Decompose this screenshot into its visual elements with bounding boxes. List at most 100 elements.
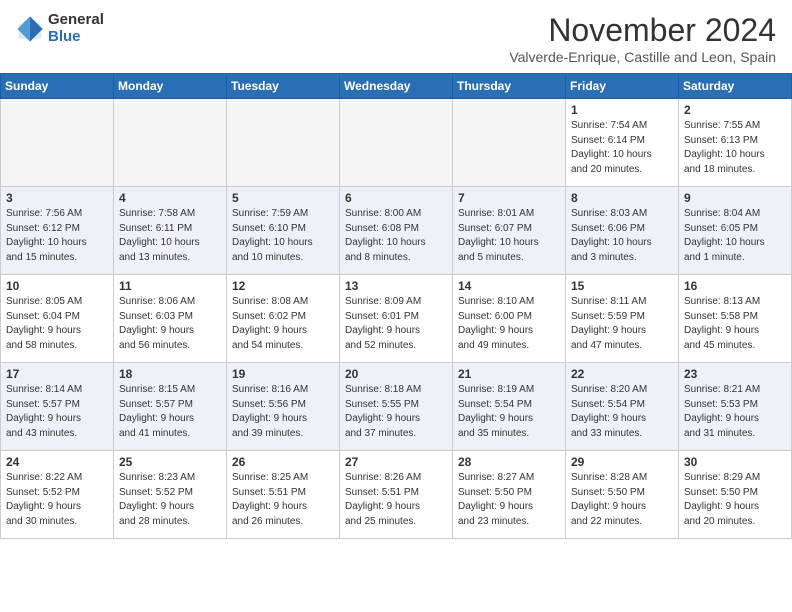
day-number: 15 — [571, 279, 673, 293]
calendar-cell: 20Sunrise: 8:18 AM Sunset: 5:55 PM Dayli… — [340, 363, 453, 451]
calendar-cell: 19 Sunrise: 8:16 AM Sunset: 5:56 PM Dayli… — [227, 363, 340, 451]
location-subtitle: Valverde-Enrique, Castille and Leon, Spa… — [509, 49, 776, 65]
weekday-header-wednesday: Wednesday — [340, 74, 453, 99]
day-number: 11 — [119, 279, 221, 293]
calendar-cell: 15 Sunrise: 8:11 AM Sunset: 5:59 PM Dayli… — [566, 275, 679, 363]
calendar-cell: 3 Sunrise: 7:56 AM Sunset: 6:12 PM Daylig… — [1, 187, 114, 275]
calendar-cell: 9Sunrise: 8:04 AM Sunset: 6:05 PM Daylig… — [679, 187, 792, 275]
day-number: 3 — [6, 191, 108, 205]
day-info: Sunrise: 8:09 AM Sunset: 6:01 PM Dayligh… — [345, 295, 447, 353]
day-number: 17 — [6, 367, 108, 381]
calendar-cell: 10 Sunrise: 8:05 AM Sunset: 6:04 PM Dayli… — [1, 275, 114, 363]
day-info: Sunrise: 8:08 AM Sunset: 6:02 PM Dayligh… — [232, 295, 334, 353]
day-info: Sunrise: 8:29 AM Sunset: 5:50 PM Dayligh… — [684, 471, 786, 529]
calendar-cell — [453, 99, 566, 187]
day-number: 12 — [232, 279, 334, 293]
calendar-cell: 22Sunrise: 8:20 AM Sunset: 5:54 PM Dayli… — [566, 363, 679, 451]
day-info: Sunrise: 8:11 AM Sunset: 5:59 PM Dayligh… — [571, 295, 673, 353]
day-number: 8 — [571, 191, 673, 205]
week-row-5: 24Sunrise: 8:22 AM Sunset: 5:52 PM Dayli… — [1, 451, 792, 539]
day-number: 21 — [458, 367, 560, 381]
day-number: 30 — [684, 455, 786, 469]
calendar-cell: 29Sunrise: 8:28 AM Sunset: 5:50 PM Dayli… — [566, 451, 679, 539]
day-info: Sunrise: 8:16 AM Sunset: 5:56 PM Dayligh… — [232, 383, 334, 441]
day-number: 1 — [571, 103, 673, 117]
day-info: Sunrise: 8:14 AM Sunset: 5:57 PM Dayligh… — [6, 383, 108, 441]
calendar-cell — [340, 99, 453, 187]
day-number: 28 — [458, 455, 560, 469]
day-info: Sunrise: 8:04 AM Sunset: 6:05 PM Dayligh… — [684, 207, 786, 265]
weekday-header-row: SundayMondayTuesdayWednesdayThursdayFrid… — [1, 74, 792, 99]
day-info: Sunrise: 7:56 AM Sunset: 6:12 PM Dayligh… — [6, 207, 108, 265]
day-number: 7 — [458, 191, 560, 205]
calendar-cell: 2 Sunrise: 7:55 AM Sunset: 6:13 PM Daylig… — [679, 99, 792, 187]
day-number: 26 — [232, 455, 334, 469]
day-info: Sunrise: 8:03 AM Sunset: 6:06 PM Dayligh… — [571, 207, 673, 265]
calendar-cell: 7 Sunrise: 8:01 AM Sunset: 6:07 PM Daylig… — [453, 187, 566, 275]
calendar-cell: 8 Sunrise: 8:03 AM Sunset: 6:06 PM Daylig… — [566, 187, 679, 275]
calendar-cell — [1, 99, 114, 187]
calendar-cell — [114, 99, 227, 187]
page-header: General Blue November 2024 Valverde-Enri… — [0, 0, 792, 73]
calendar-cell: 16Sunrise: 8:13 AM Sunset: 5:58 PM Dayli… — [679, 275, 792, 363]
day-number: 20 — [345, 367, 447, 381]
day-info: Sunrise: 8:19 AM Sunset: 5:54 PM Dayligh… — [458, 383, 560, 441]
day-info: Sunrise: 7:54 AM Sunset: 6:14 PM Dayligh… — [571, 119, 673, 177]
calendar-cell: 12 Sunrise: 8:08 AM Sunset: 6:02 PM Dayli… — [227, 275, 340, 363]
week-row-3: 10 Sunrise: 8:05 AM Sunset: 6:04 PM Dayli… — [1, 275, 792, 363]
day-info: Sunrise: 8:01 AM Sunset: 6:07 PM Dayligh… — [458, 207, 560, 265]
calendar-cell: 6 Sunrise: 8:00 AM Sunset: 6:08 PM Daylig… — [340, 187, 453, 275]
day-info: Sunrise: 8:27 AM Sunset: 5:50 PM Dayligh… — [458, 471, 560, 529]
day-info: Sunrise: 8:20 AM Sunset: 5:54 PM Dayligh… — [571, 383, 673, 441]
day-number: 25 — [119, 455, 221, 469]
calendar-cell: 13 Sunrise: 8:09 AM Sunset: 6:01 PM Dayli… — [340, 275, 453, 363]
day-info: Sunrise: 8:06 AM Sunset: 6:03 PM Dayligh… — [119, 295, 221, 353]
day-number: 18 — [119, 367, 221, 381]
day-info: Sunrise: 8:00 AM Sunset: 6:08 PM Dayligh… — [345, 207, 447, 265]
day-number: 19 — [232, 367, 334, 381]
title-block: November 2024 Valverde-Enrique, Castille… — [509, 12, 776, 65]
day-info: Sunrise: 7:55 AM Sunset: 6:13 PM Dayligh… — [684, 119, 786, 177]
day-number: 10 — [6, 279, 108, 293]
day-number: 6 — [345, 191, 447, 205]
month-title: November 2024 — [509, 12, 776, 49]
weekday-header-thursday: Thursday — [453, 74, 566, 99]
calendar-cell: 28 Sunrise: 8:27 AM Sunset: 5:50 PM Dayli… — [453, 451, 566, 539]
weekday-header-saturday: Saturday — [679, 74, 792, 99]
logo: General Blue — [16, 12, 104, 45]
calendar-cell — [227, 99, 340, 187]
logo-blue-text: Blue — [48, 29, 104, 46]
day-number: 2 — [684, 103, 786, 117]
day-info: Sunrise: 8:26 AM Sunset: 5:51 PM Dayligh… — [345, 471, 447, 529]
weekday-header-tuesday: Tuesday — [227, 74, 340, 99]
calendar-cell: 24Sunrise: 8:22 AM Sunset: 5:52 PM Dayli… — [1, 451, 114, 539]
day-info: Sunrise: 7:58 AM Sunset: 6:11 PM Dayligh… — [119, 207, 221, 265]
calendar-cell: 27Sunrise: 8:26 AM Sunset: 5:51 PM Dayli… — [340, 451, 453, 539]
day-number: 29 — [571, 455, 673, 469]
week-row-4: 17 Sunrise: 8:14 AM Sunset: 5:57 PM Dayli… — [1, 363, 792, 451]
day-info: Sunrise: 8:25 AM Sunset: 5:51 PM Dayligh… — [232, 471, 334, 529]
logo-icon — [16, 15, 44, 43]
logo-general-text: General — [48, 12, 104, 29]
day-number: 16 — [684, 279, 786, 293]
week-row-1: 1 Sunrise: 7:54 AM Sunset: 6:14 PM Daylig… — [1, 99, 792, 187]
day-info: Sunrise: 8:05 AM Sunset: 6:04 PM Dayligh… — [6, 295, 108, 353]
calendar-cell: 26 Sunrise: 8:25 AM Sunset: 5:51 PM Dayli… — [227, 451, 340, 539]
calendar-cell: 25 Sunrise: 8:23 AM Sunset: 5:52 PM Dayli… — [114, 451, 227, 539]
calendar-cell: 18 Sunrise: 8:15 AM Sunset: 5:57 PM Dayli… — [114, 363, 227, 451]
day-number: 4 — [119, 191, 221, 205]
calendar-cell: 14Sunrise: 8:10 AM Sunset: 6:00 PM Dayli… — [453, 275, 566, 363]
calendar-cell: 11 Sunrise: 8:06 AM Sunset: 6:03 PM Dayli… — [114, 275, 227, 363]
calendar-cell: 5 Sunrise: 7:59 AM Sunset: 6:10 PM Daylig… — [227, 187, 340, 275]
day-number: 13 — [345, 279, 447, 293]
day-info: Sunrise: 7:59 AM Sunset: 6:10 PM Dayligh… — [232, 207, 334, 265]
calendar-cell: 17 Sunrise: 8:14 AM Sunset: 5:57 PM Dayli… — [1, 363, 114, 451]
weekday-header-friday: Friday — [566, 74, 679, 99]
day-number: 23 — [684, 367, 786, 381]
day-info: Sunrise: 8:23 AM Sunset: 5:52 PM Dayligh… — [119, 471, 221, 529]
day-number: 5 — [232, 191, 334, 205]
calendar-cell: 30 Sunrise: 8:29 AM Sunset: 5:50 PM Dayli… — [679, 451, 792, 539]
day-info: Sunrise: 8:15 AM Sunset: 5:57 PM Dayligh… — [119, 383, 221, 441]
day-number: 24 — [6, 455, 108, 469]
day-number: 14 — [458, 279, 560, 293]
